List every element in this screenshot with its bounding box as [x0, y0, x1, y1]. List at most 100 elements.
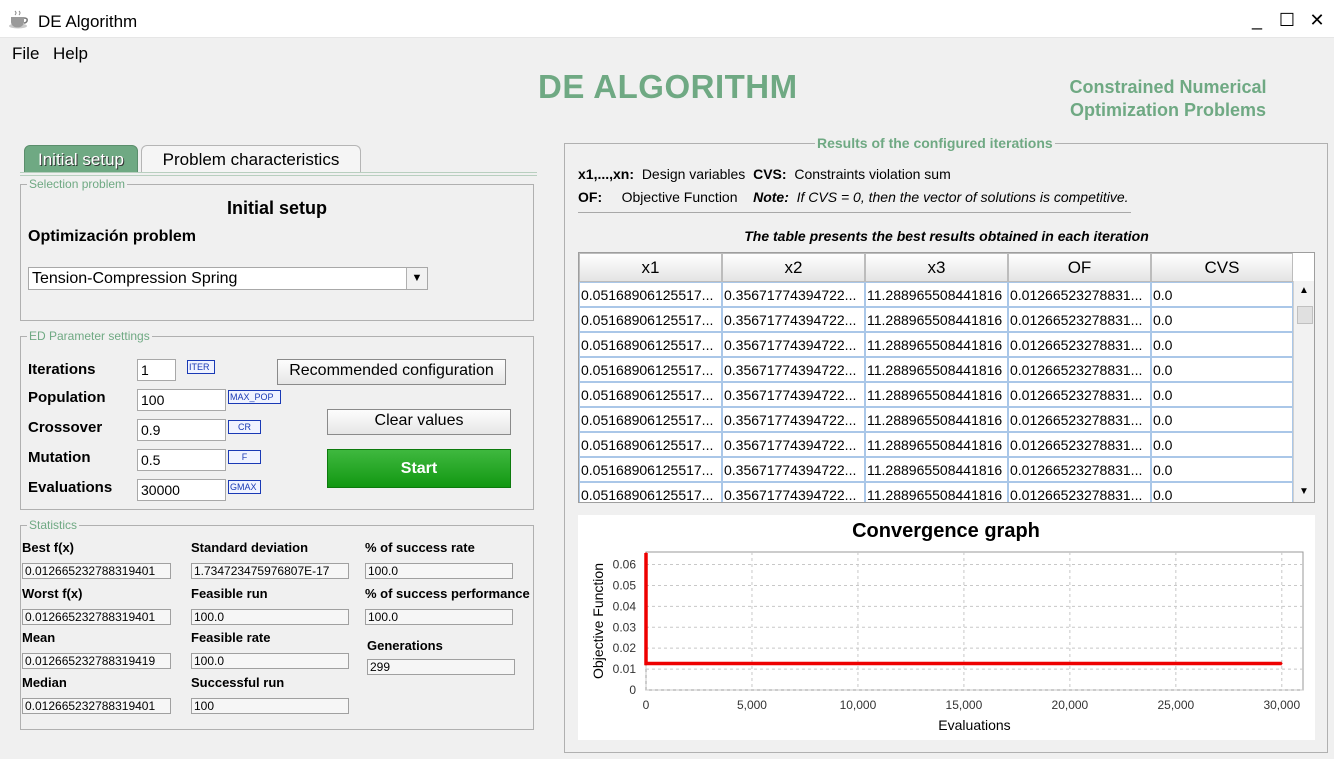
scroll-thumb[interactable]	[1297, 306, 1313, 324]
tab-problem-characteristics[interactable]: Problem characteristics	[141, 145, 361, 173]
feasible-run-value: 100.0	[191, 609, 349, 625]
y-tick-label: 0.03	[613, 620, 637, 634]
y-tick-label: 0.04	[613, 599, 637, 613]
worst-label: Worst f(x)	[22, 586, 83, 601]
successful-run-label: Successful run	[191, 675, 285, 690]
x-tick-label: 20,000	[1052, 698, 1089, 712]
table-cell[interactable]: 0.01266523278831...	[1008, 382, 1151, 407]
table-cell[interactable]: 0.05168906125517...	[579, 432, 722, 457]
table-cell[interactable]: 11.288965508441816	[865, 382, 1008, 407]
maximize-button[interactable]: ☐	[1274, 8, 1300, 32]
table-cell[interactable]: 0.0	[1151, 382, 1293, 407]
table-cell[interactable]: 0.01266523278831...	[1008, 432, 1151, 457]
table-cell[interactable]: 0.01266523278831...	[1008, 357, 1151, 382]
x-tick-label: 25,000	[1157, 698, 1194, 712]
column-header-of[interactable]: OF	[1008, 253, 1151, 282]
column-header-x3[interactable]: x3	[865, 253, 1008, 282]
table-cell[interactable]: 0.05168906125517...	[579, 357, 722, 382]
clear-values-button[interactable]: Clear values	[327, 409, 511, 435]
table-cell[interactable]: 0.01266523278831...	[1008, 307, 1151, 332]
app-subtitle: Constrained Numerical	[1069, 77, 1267, 97]
table-cell[interactable]: 0.05168906125517...	[579, 457, 722, 482]
table-cell[interactable]: 0.05168906125517...	[579, 482, 722, 502]
successful-run-value: 100	[191, 698, 349, 714]
tab-divider	[20, 172, 537, 176]
table-cell[interactable]: 0.01266523278831...	[1008, 457, 1151, 482]
table-cell[interactable]: 0.0	[1151, 357, 1293, 382]
table-cell[interactable]: 11.288965508441816	[865, 407, 1008, 432]
table-cell[interactable]: 0.01266523278831...	[1008, 332, 1151, 357]
column-header-x1[interactable]: x1	[579, 253, 722, 282]
table-cell[interactable]: 0.35671774394722...	[722, 332, 865, 357]
problem-select[interactable]: Tension-Compression Spring	[28, 267, 428, 290]
table-cell[interactable]: 0.35671774394722...	[722, 357, 865, 382]
table-cell[interactable]: 0.01266523278831...	[1008, 282, 1151, 307]
table-cell[interactable]: 0.35671774394722...	[722, 382, 865, 407]
table-cell[interactable]: 0.0	[1151, 282, 1293, 307]
vertical-scrollbar[interactable]: ▲ ▼	[1293, 281, 1314, 502]
table-cell[interactable]: 0.01266523278831...	[1008, 407, 1151, 432]
mean-label: Mean	[22, 630, 56, 645]
results-table-container: x1 x2 x3 OF CVS 0.05168906125517... 0.35671774…	[578, 252, 1315, 503]
data-point	[647, 662, 649, 665]
table-cell[interactable]: 11.288965508441816	[865, 332, 1008, 357]
table-cell[interactable]: 0.0	[1151, 407, 1293, 432]
chevron-down-icon[interactable]: ▼	[406, 268, 427, 289]
median-label: Median	[22, 675, 67, 690]
window-title: DE Algorithm	[38, 12, 138, 31]
table-cell[interactable]: 0.0	[1151, 307, 1293, 332]
data-point	[645, 552, 647, 554]
table-cell[interactable]: 11.288965508441816	[865, 457, 1008, 482]
table-cell[interactable]: 11.288965508441816	[865, 482, 1008, 502]
table-cell[interactable]: 0.01266523278831...	[1008, 482, 1151, 502]
evaluations-input[interactable]: 30000	[137, 479, 226, 501]
table-cell[interactable]: 11.288965508441816	[865, 282, 1008, 307]
column-header-x2[interactable]: x2	[722, 253, 865, 282]
std-value: 1.734723475976807E-17	[191, 563, 349, 579]
table-cell[interactable]: 0.0	[1151, 457, 1293, 482]
crossover-input[interactable]: 0.9	[137, 419, 226, 441]
tab-initial-setup[interactable]: Initial setup	[24, 145, 138, 173]
worst-value: 0.012665232788319401	[22, 609, 171, 625]
table-cell[interactable]: 0.05168906125517...	[579, 307, 722, 332]
chart-title: Convergence graph	[852, 520, 1040, 542]
table-cell[interactable]: 0.05168906125517...	[579, 382, 722, 407]
convergence-chart: Convergence graph 0 0.01 0.02 0.03 0.04 0.05 0.…	[578, 515, 1315, 740]
table-cell[interactable]: 0.0	[1151, 482, 1293, 502]
minimize-button[interactable]: _	[1244, 8, 1270, 32]
column-header-cvs[interactable]: CVS	[1151, 253, 1293, 282]
mutation-input[interactable]: 0.5	[137, 449, 226, 471]
max-pop-tag: MAX_POP	[228, 390, 281, 404]
table-cell[interactable]: 0.05168906125517...	[579, 407, 722, 432]
table-cell[interactable]: 11.288965508441816	[865, 432, 1008, 457]
success-rate-value: 100.0	[365, 563, 513, 579]
table-cell[interactable]: 0.05168906125517...	[579, 282, 722, 307]
data-point	[1281, 662, 1283, 665]
table-cell[interactable]: 0.35671774394722...	[722, 432, 865, 457]
start-button[interactable]: Start	[327, 449, 511, 488]
divider	[578, 212, 1131, 213]
iterations-input[interactable]: 1	[137, 359, 176, 381]
recommended-configuration-button[interactable]: Recommended configuration	[277, 359, 506, 385]
population-input[interactable]: 100	[137, 389, 226, 411]
table-cell[interactable]: 0.0	[1151, 332, 1293, 357]
table-cell[interactable]: 0.0	[1151, 432, 1293, 457]
feasible-run-label: Feasible run	[191, 586, 268, 601]
legend-text: If CVS = 0, then the vector of solutions…	[796, 189, 1129, 205]
table-cell[interactable]: 11.288965508441816	[865, 357, 1008, 382]
menu-file[interactable]: File	[12, 44, 39, 64]
table-cell[interactable]: 0.35671774394722...	[722, 282, 865, 307]
table-cell[interactable]: 0.35671774394722...	[722, 482, 865, 502]
scroll-down-icon[interactable]: ▼	[1299, 486, 1309, 497]
table-cell[interactable]: 0.35671774394722...	[722, 307, 865, 332]
menu-help[interactable]: Help	[53, 44, 88, 64]
table-cell[interactable]: 0.05168906125517...	[579, 332, 722, 357]
y-tick-label: 0.05	[613, 578, 637, 592]
table-cell[interactable]: 0.35671774394722...	[722, 457, 865, 482]
legend-text: Objective Function	[621, 189, 738, 205]
close-button[interactable]: ✕	[1304, 8, 1330, 32]
table-cell[interactable]: 11.288965508441816	[865, 307, 1008, 332]
scroll-up-icon[interactable]: ▲	[1299, 285, 1309, 296]
y-tick-label: 0.06	[613, 558, 637, 572]
table-cell[interactable]: 0.35671774394722...	[722, 407, 865, 432]
